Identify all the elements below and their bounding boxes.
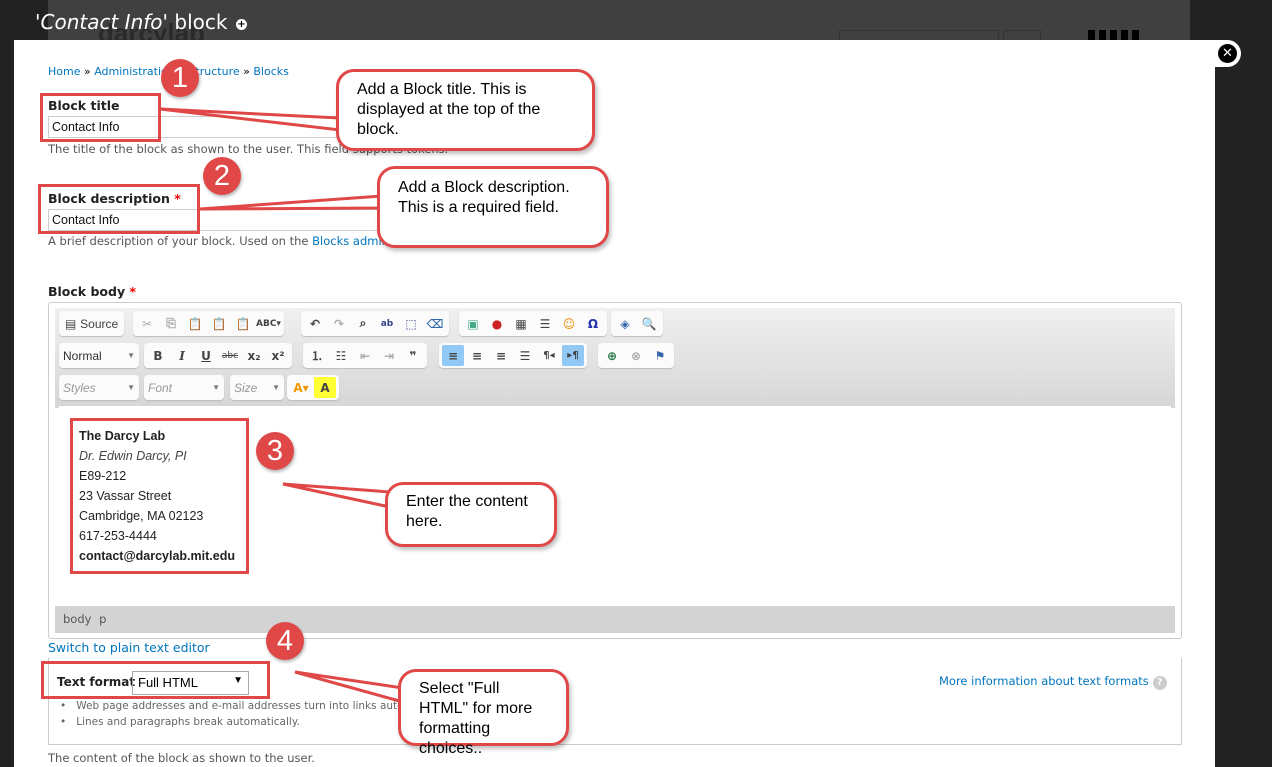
close-button[interactable]: ✕ [1213,40,1241,67]
text-color-icon[interactable]: A▾ [290,377,312,398]
image-icon[interactable]: ▣ [462,313,484,334]
format-tip: • Web page addresses and e-mail addresse… [60,700,454,712]
editor-toolbar: ▤ Source ✂ ⎘ 📋 📋 📋 ABC▾ ↶ ↷ ⌕ ab ⬚ ⌫ ▣ ● ▦ ☰ ☺ Ω ◈ 🔍 Nor… [55,308,1175,408]
align-left-icon[interactable]: ≡ [442,345,464,366]
breadcrumb-sep: » [239,65,254,78]
callout-2: Add a Block description. This is a requi… [377,166,609,248]
format-value: Normal [63,348,102,363]
styles-value: Styles [63,380,96,395]
indent-icon[interactable]: ⇥ [378,345,400,366]
callout-1: Add a Block title. This is displayed at … [336,69,595,151]
link-icon[interactable]: ⊕ [601,345,623,366]
breadcrumb-blocks[interactable]: Blocks [253,65,288,78]
align-center-icon[interactable]: ≡ [466,345,488,366]
modal-title: 'Contact Info' block [35,10,227,34]
underline-icon[interactable]: U [195,345,217,366]
block-body-description: The content of the block as shown to the… [48,751,315,765]
maximize-icon[interactable]: ◈ [614,313,636,334]
highlight-content [70,418,249,574]
paste-word-icon[interactable]: 📋 [232,313,254,334]
align-right-icon[interactable]: ≡ [490,345,512,366]
highlight-block-title [40,93,161,142]
select-all-icon[interactable]: ⬚ [400,313,422,334]
highlight-block-description [38,184,200,234]
breadcrumb-home[interactable]: Home [48,65,80,78]
bulleted-list-icon[interactable]: ☷ [330,345,352,366]
switch-plain-text-link[interactable]: Switch to plain text editor [48,640,210,655]
outdent-icon[interactable]: ⇤ [354,345,376,366]
chevron-down-icon: ▼ [272,383,280,392]
step-3-badge: 3 [256,432,294,470]
format-select[interactable]: Normal ▼ [59,345,139,366]
tip-text: Web page addresses and e-mail addresses … [76,700,454,712]
spellcheck-icon[interactable]: ABC▾ [256,313,281,334]
breadcrumb-sep: » [80,65,95,78]
chevron-down-icon: ▼ [127,383,135,392]
copy-icon[interactable]: ⎘ [160,313,182,334]
step-1-badge: 1 [161,59,199,97]
step-2-badge: 2 [203,157,241,195]
unlink-icon[interactable]: ⊗ [625,345,647,366]
show-blocks-icon[interactable]: 🔍 [638,313,660,334]
smiley-icon[interactable]: ☺ [558,313,580,334]
background-logo [1088,30,1142,40]
strikethrough-icon[interactable]: abc [219,345,241,366]
format-tip: • Lines and paragraphs break automatical… [60,716,300,728]
rtl-icon[interactable]: ▸¶ [562,345,584,366]
title-italic: Contact Info [40,10,163,34]
close-icon: ✕ [1218,44,1237,63]
label-text: Block body [48,284,126,299]
contextual-plus-icon[interactable]: + [236,19,247,30]
table-icon[interactable]: ▦ [510,313,532,334]
callout-4: Select "Full HTML" for more formatting c… [398,669,569,757]
help-text: A brief description of your block. Used … [48,234,313,248]
ltr-icon[interactable]: ¶◂ [538,345,560,366]
callout-3: Enter the content here. [385,482,557,547]
anchor-icon[interactable]: ⚑ [649,345,671,366]
undo-icon[interactable]: ↶ [304,313,326,334]
numbered-list-icon[interactable]: ⒈ [306,345,328,366]
size-value: Size [234,380,258,395]
chevron-down-icon: ▼ [127,351,135,360]
source-button[interactable]: ▤ Source [62,313,121,334]
subscript-icon[interactable]: x₂ [243,345,265,366]
redo-icon[interactable]: ↷ [328,313,350,334]
find-icon[interactable]: ⌕ [352,313,374,334]
horizontal-rule-icon[interactable]: ☰ [534,313,556,334]
more-info: More information about text formats? [939,674,1167,690]
font-value: Font [148,380,173,395]
block-body-label: Block body * [48,284,136,299]
more-info-link[interactable]: More information about text formats [939,674,1149,688]
blockquote-icon[interactable]: ❞ [402,345,424,366]
italic-icon[interactable]: I [171,345,193,366]
step-4-badge: 4 [266,622,304,660]
flash-icon[interactable]: ● [486,313,508,334]
superscript-icon[interactable]: x² [267,345,289,366]
justify-icon[interactable]: ☰ [514,345,536,366]
background-color-icon[interactable]: A [314,377,336,398]
title-rest: ' block [162,10,228,34]
chevron-down-icon: ▼ [212,383,220,392]
font-select[interactable]: Font ▼ [144,377,224,398]
element-path[interactable]: body p [55,606,1175,633]
styles-select[interactable]: Styles ▼ [59,377,139,398]
replace-icon[interactable]: ab [376,313,398,334]
special-char-icon[interactable]: Ω [582,313,604,334]
cut-icon[interactable]: ✂ [136,313,158,334]
highlight-text-format [41,661,270,699]
help-icon[interactable]: ? [1152,676,1167,690]
paste-icon[interactable]: 📋 [184,313,206,334]
bold-icon[interactable]: B [147,345,169,366]
tip-text: Lines and paragraphs break automatically… [76,716,300,728]
required-marker: * [129,284,137,299]
remove-format-icon[interactable]: ⌫ [424,313,446,334]
source-label: Source [80,316,119,331]
paste-text-icon[interactable]: 📋 [208,313,230,334]
size-select[interactable]: Size ▼ [230,377,284,398]
